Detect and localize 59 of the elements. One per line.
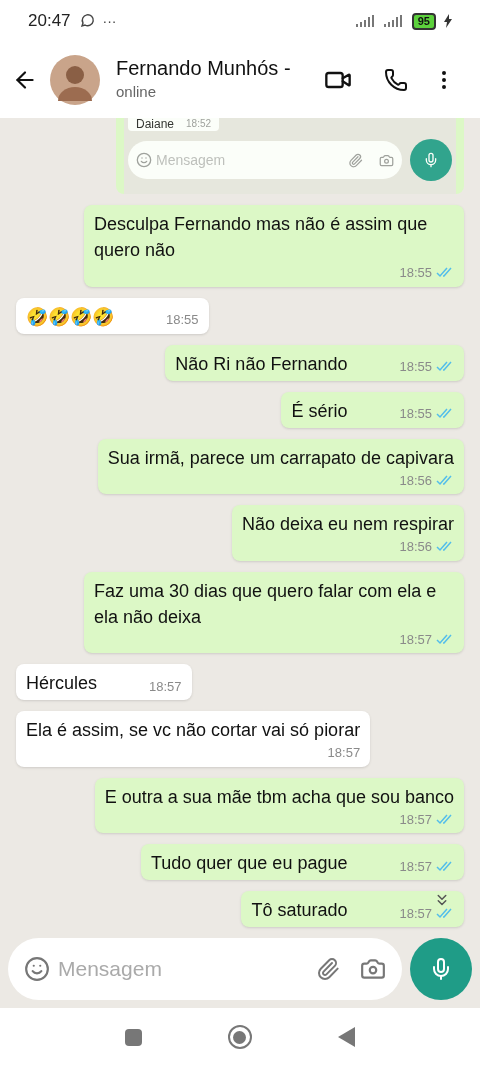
attach-icon[interactable] xyxy=(316,957,340,981)
message-text: E outra a sua mãe tbm acha que sou banco xyxy=(104,785,454,809)
message-time: 18:57 xyxy=(399,810,432,829)
message-input-field[interactable]: Mensagem xyxy=(8,938,402,1000)
charging-icon xyxy=(444,14,452,28)
recents-button[interactable] xyxy=(124,1028,142,1046)
mic-icon xyxy=(410,139,452,181)
message-text: Sua irmã, parece um carrapato de capivara xyxy=(107,446,454,470)
double-check-icon xyxy=(436,408,454,420)
screenshot-placeholder: Mensagem xyxy=(156,150,227,170)
double-check-icon xyxy=(436,633,454,645)
clock: 20:47 xyxy=(28,10,71,33)
battery-indicator: 95 xyxy=(411,12,436,30)
message-time: 18:55 xyxy=(399,358,432,376)
message-text: Hércules xyxy=(26,672,98,695)
input-placeholder: Mensagem xyxy=(58,956,163,983)
contact-name: Fernando Munhós - xyxy=(116,56,292,82)
back-nav-icon[interactable] xyxy=(337,1027,356,1047)
message-text: Não Ri não Fernando xyxy=(175,352,348,376)
screenshot-time: 18:52 xyxy=(186,118,212,131)
screenshot-sender: Daiane xyxy=(136,118,175,131)
screenshot-input-field[interactable]: Mensagem xyxy=(128,141,402,179)
double-check-icon xyxy=(436,541,454,553)
message-time: 18:56 xyxy=(399,538,432,556)
phone-icon[interactable] xyxy=(384,68,408,92)
message-text: Não deixa eu nem respirar xyxy=(241,513,454,536)
signal-icon xyxy=(355,15,376,27)
message-time: 18:57 xyxy=(149,677,182,696)
double-check-icon xyxy=(436,474,454,486)
message-time: 18:57 xyxy=(399,857,432,876)
message-time: 18:55 xyxy=(399,405,432,423)
avatar xyxy=(50,55,100,105)
message-text: Ela é assim, se vc não cortar vai só piorar xyxy=(26,719,361,742)
message-text: Desculpa Fernando mas não é assim que quero não xyxy=(94,213,429,262)
camera-icon xyxy=(379,152,394,168)
signal-icon xyxy=(383,15,404,27)
double-check-icon xyxy=(436,813,454,825)
message-time: 18:55 xyxy=(399,264,432,282)
message-time: 18:56 xyxy=(399,471,432,490)
message-text: Faz uma 30 dias que quero falar com ela e ela não deixa xyxy=(94,579,438,629)
message-text: Tudo quer que eu pague xyxy=(150,852,348,875)
contact-status: online xyxy=(116,82,158,103)
message-text: Tô saturado xyxy=(251,899,348,922)
double-check-icon xyxy=(436,267,454,279)
camera-icon[interactable] xyxy=(360,956,386,982)
more-notifications: ··· xyxy=(102,11,117,31)
double-check-icon xyxy=(436,860,454,872)
message-text: 🤣🤣🤣🤣 xyxy=(26,305,114,329)
double-check-icon xyxy=(436,907,454,919)
message-time: 18:55 xyxy=(166,311,199,329)
message-time: 18:57 xyxy=(399,630,432,649)
double-check-icon xyxy=(436,361,454,373)
home-button[interactable] xyxy=(227,1025,252,1049)
message-time: 18:57 xyxy=(399,904,432,923)
message-text: É sério xyxy=(291,399,348,423)
emoji-icon xyxy=(136,152,152,168)
message-time: 18:57 xyxy=(327,744,361,762)
emoji-icon[interactable] xyxy=(24,956,50,982)
attach-icon xyxy=(348,152,363,168)
